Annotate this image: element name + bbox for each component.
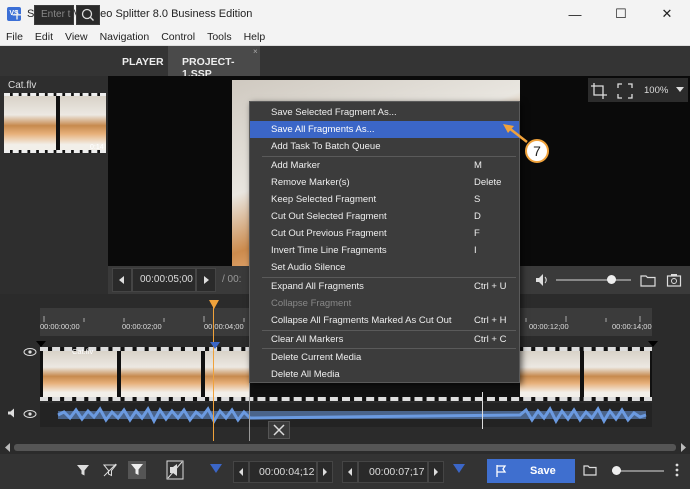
scrollbar-thumb[interactable] (14, 444, 676, 451)
menu-file[interactable]: File (0, 28, 29, 45)
video-track-thumbnail (205, 351, 249, 397)
eye-icon[interactable] (23, 409, 37, 419)
menu-item-delete-current-media[interactable]: Delete Current Media (250, 349, 519, 366)
menu-help[interactable]: Help (238, 28, 272, 45)
menu-item-collapse-fragment: Collapse Fragment (271, 298, 352, 309)
search-button[interactable] (76, 5, 100, 25)
step-callout-badge: 7 (525, 139, 549, 163)
menu-navigation[interactable]: Navigation (94, 28, 156, 45)
filter-icon[interactable] (76, 463, 90, 477)
menu-tools[interactable]: Tools (201, 28, 238, 45)
filter-off-icon[interactable] (103, 463, 117, 477)
track-name: Cat.flv (72, 347, 94, 356)
ruler-label: 00:00:02;00 (122, 322, 162, 331)
menu-item-add-marker[interactable]: Add Marker M (250, 157, 519, 174)
marker-in-icon[interactable] (210, 464, 222, 474)
media-file-name: Cat.flv (8, 80, 37, 91)
chevron-down-icon[interactable] (676, 87, 684, 93)
ruler-label: 00:00:04;00 (204, 322, 244, 331)
volume-icon[interactable] (535, 273, 551, 287)
save-button-label: Save (530, 465, 556, 477)
ruler-label: 00:00:12;00 (529, 322, 569, 331)
volume-slider-track[interactable] (556, 279, 631, 281)
marker-in-icon[interactable] (210, 342, 220, 350)
menu-item-save-all-fragments[interactable]: Save All Fragments As... (250, 121, 519, 138)
menu-item-expand-all-fragments[interactable]: Expand All Fragments Ctrl + U (250, 278, 519, 295)
marker-out-icon[interactable] (453, 464, 465, 474)
folder-icon[interactable] (640, 273, 656, 287)
maximize-button[interactable]: ☐ (598, 0, 644, 28)
next-frame-button[interactable] (196, 268, 216, 292)
menu-item-collapse-all-cut-out[interactable]: Collapse All Fragments Marked As Cut Out… (250, 312, 519, 329)
menu-bar: File Edit View Navigation Control Tools … (0, 28, 690, 46)
marker-out-time-field[interactable]: 00:00:07;17 (358, 461, 428, 483)
menu-item-keep-selected-fragment[interactable]: Keep Selected Fragment S (250, 191, 519, 208)
callout-arrow (503, 124, 528, 143)
search-icon (81, 8, 94, 21)
snapshot-icon[interactable] (666, 272, 682, 288)
mute-segment-icon[interactable] (166, 460, 184, 480)
folder-icon[interactable] (583, 464, 597, 476)
tab-project[interactable]: PROJECT-1.SSP (168, 46, 260, 80)
video-track-thumbnail (520, 351, 580, 397)
zoom-level[interactable]: 100% (644, 85, 668, 96)
minimize-button[interactable]: — (552, 0, 598, 28)
marker-in-time-field[interactable]: 00:00:04;12 (249, 461, 317, 483)
crop-icon[interactable] (590, 82, 608, 100)
search-input[interactable]: Enter t (34, 5, 74, 25)
eye-icon[interactable] (23, 347, 37, 357)
scroll-left-icon[interactable] (4, 443, 12, 452)
prev-frame-button[interactable] (112, 268, 132, 292)
marker-line (482, 392, 483, 429)
menu-item-cut-out-selected-fragment[interactable]: Cut Out Selected Fragment D (250, 208, 519, 225)
tab-close-icon[interactable]: × (253, 47, 258, 56)
menu-control[interactable]: Control (155, 28, 201, 45)
current-time-field[interactable]: 00:00:05;00 (132, 268, 196, 292)
menu-item-add-task-to-batch-queue[interactable]: Add Task To Batch Queue (250, 138, 519, 155)
speaker-icon[interactable] (7, 408, 19, 418)
video-track-thumbnail (43, 351, 117, 397)
ruler-label: 00:00:14;00 (612, 322, 652, 331)
chevron-right-icon (434, 468, 438, 476)
fullscreen-icon[interactable] (617, 83, 633, 99)
more-options-icon[interactable] (675, 463, 679, 477)
menu-item-save-selected-fragment[interactable]: Save Selected Fragment As... (250, 104, 519, 121)
volume-slider-handle[interactable] (607, 275, 616, 284)
split-tool-button[interactable] (268, 421, 290, 439)
audio-waveform (40, 403, 652, 427)
scissors-icon (273, 424, 285, 436)
marker-in-next-button[interactable] (317, 461, 333, 483)
zoom-slider-handle[interactable] (612, 466, 621, 475)
scroll-right-icon[interactable] (679, 443, 687, 452)
menu-view[interactable]: View (59, 28, 94, 45)
add-media-button[interactable]: + (6, 4, 28, 26)
step-forward-icon (204, 276, 209, 284)
toolbar (0, 46, 690, 76)
menu-item-set-audio-silence[interactable]: Set Audio Silence (250, 259, 519, 276)
ruler-label: 00:00:00;00 (40, 322, 80, 331)
marker-out-next-button[interactable] (428, 461, 444, 483)
chevron-right-icon (323, 468, 327, 476)
menu-edit[interactable]: Edit (29, 28, 59, 45)
media-duration: 0:14 (90, 144, 104, 151)
menu-item-clear-all-markers[interactable]: Clear All Markers Ctrl + C (250, 331, 519, 348)
playhead-handle[interactable] (209, 300, 219, 309)
menu-item-delete-all-media[interactable]: Delete All Media (250, 366, 519, 383)
menu-item-invert-time-line-fragments[interactable]: Invert Time Line Fragments I (250, 242, 519, 259)
filter-selected-icon[interactable] (128, 461, 146, 479)
close-button[interactable]: ✕ (644, 0, 690, 28)
playhead-line (213, 302, 214, 442)
marker-out-prev-button[interactable] (342, 461, 358, 483)
video-track-thumbnail (121, 351, 201, 397)
video-track-thumbnail (584, 351, 650, 397)
chevron-left-icon (239, 468, 243, 476)
marker-in-prev-button[interactable] (233, 461, 249, 483)
step-back-icon (119, 276, 124, 284)
save-icon (496, 465, 507, 477)
menu-item-cut-out-previous-fragment[interactable]: Cut Out Previous Fragment F (250, 225, 519, 242)
total-time-separator: / 00: (222, 274, 242, 285)
menu-item-remove-markers[interactable]: Remove Marker(s) Delete (250, 174, 519, 191)
chevron-left-icon (348, 468, 352, 476)
